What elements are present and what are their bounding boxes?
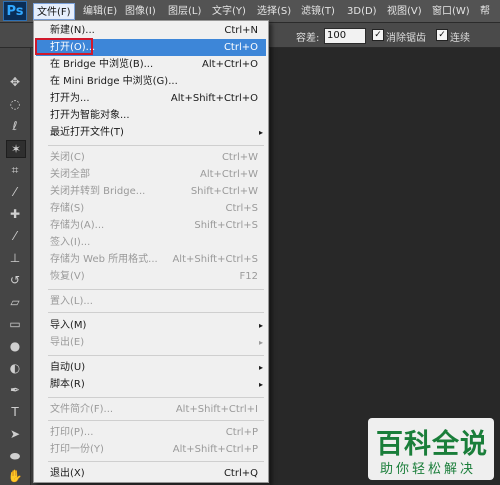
type-tool-icon[interactable]: T	[6, 404, 24, 420]
menu-select[interactable]: 选择(S)	[257, 3, 291, 20]
menu-item-browse-bridge[interactable]: 在 Bridge 中浏览(B)... Alt+Ctrl+O	[36, 56, 266, 73]
menu-item-check-in[interactable]: 签入(I)...	[36, 234, 266, 251]
menu-item-place[interactable]: 置入(L)...	[36, 293, 266, 310]
eraser-tool-icon[interactable]: ▱	[6, 294, 24, 310]
magic-wand-tool-icon[interactable]: ✶	[6, 140, 26, 158]
menu-item-save-as[interactable]: 存储为(A)... Shift+Ctrl+S	[36, 217, 266, 234]
menu-item-scripts[interactable]: 脚本(R) ▸	[36, 376, 266, 393]
marquee-tool-icon[interactable]: ◌	[6, 96, 24, 112]
menu-help[interactable]: 帮	[480, 3, 490, 20]
menu-item-automate[interactable]: 自动(U) ▸	[36, 359, 266, 376]
pen-tool-icon[interactable]: ✒	[6, 382, 24, 398]
menu-separator	[48, 397, 264, 398]
baike-watermark-logo: 百科全说 助你轻松解决	[368, 418, 494, 480]
path-selection-tool-icon[interactable]: ➤	[6, 426, 24, 442]
menu-type[interactable]: 文字(Y)	[212, 3, 246, 20]
menu-separator	[48, 461, 264, 462]
menu-separator	[48, 289, 264, 290]
menu-3d[interactable]: 3D(D)	[347, 3, 377, 20]
antialias-label: 消除锯齿	[386, 33, 426, 44]
eyedropper-tool-icon[interactable]: ⁄	[6, 184, 24, 200]
menu-image[interactable]: 图像(I)	[125, 3, 156, 20]
menu-item-revert[interactable]: 恢复(V) F12	[36, 268, 266, 285]
menu-separator	[48, 312, 264, 313]
brush-tool-icon[interactable]: ⁄	[6, 228, 24, 244]
menu-item-open-smart-object[interactable]: 打开为智能对象...	[36, 107, 266, 124]
submenu-arrow-icon: ▸	[258, 321, 263, 330]
menu-item-save-for-web[interactable]: 存储为 Web 所用格式... Alt+Shift+Ctrl+S	[36, 251, 266, 268]
menu-item-close-go-bridge[interactable]: 关闭并转到 Bridge... Shift+Ctrl+W	[36, 183, 266, 200]
menu-item-recent-files[interactable]: 最近打开文件(T) ▸	[36, 124, 266, 141]
menu-separator	[48, 420, 264, 421]
crop-tool-icon[interactable]: ⌗	[6, 162, 24, 178]
menu-item-export[interactable]: 导出(E) ▸	[36, 334, 266, 351]
watermark-title: 百科全说	[376, 429, 488, 460]
blur-tool-icon[interactable]: ●	[6, 338, 24, 354]
menu-item-file-info[interactable]: 文件简介(F)... Alt+Shift+Ctrl+I	[36, 401, 266, 418]
menu-edit[interactable]: 编辑(E)	[83, 3, 117, 20]
contiguous-label: 连续	[450, 33, 470, 44]
toolbox: ✥ ◌ ℓ ✶ ⌗ ⁄ ✚ ⁄ ⊥ ↺ ▱ ▭ ● ◐ ✒ T ➤ ⬬ ✋	[0, 48, 31, 485]
menu-item-open[interactable]: 打开(O)... Ctrl+O	[35, 38, 266, 56]
menu-item-exit[interactable]: 退出(X) Ctrl+Q	[36, 465, 266, 482]
lasso-tool-icon[interactable]: ℓ	[6, 118, 24, 134]
submenu-arrow-icon: ▸	[258, 380, 263, 389]
menu-view[interactable]: 视图(V)	[387, 3, 422, 20]
menu-item-new[interactable]: 新建(N)... Ctrl+N	[36, 22, 266, 39]
menu-window[interactable]: 窗口(W)	[432, 3, 470, 20]
menu-item-open-as[interactable]: 打开为... Alt+Shift+Ctrl+O	[36, 90, 266, 107]
menu-item-close-all[interactable]: 关闭全部 Alt+Ctrl+W	[36, 166, 266, 183]
contiguous-checkbox[interactable]: ✓	[436, 29, 448, 41]
submenu-arrow-icon: ▸	[258, 128, 263, 137]
submenu-arrow-icon: ▸	[258, 338, 263, 347]
menu-item-browse-mini-bridge[interactable]: 在 Mini Bridge 中浏览(G)...	[36, 73, 266, 90]
file-menu-dropdown: 新建(N)... Ctrl+N 打开(O)... Ctrl+O 在 Bridge 中…	[33, 20, 269, 483]
menu-item-save[interactable]: 存储(S) Ctrl+S	[36, 200, 266, 217]
gradient-tool-icon[interactable]: ▭	[6, 316, 24, 332]
dodge-tool-icon[interactable]: ◐	[6, 360, 24, 376]
move-tool-icon[interactable]: ✥	[6, 74, 24, 90]
menu-file[interactable]: 文件(F)	[33, 3, 75, 20]
antialias-checkbox[interactable]: ✓	[372, 29, 384, 41]
submenu-arrow-icon: ▸	[258, 363, 263, 372]
watermark-subtitle: 助你轻松解决	[380, 462, 477, 477]
menu-filter[interactable]: 滤镜(T)	[301, 3, 335, 20]
menu-item-print-one-copy[interactable]: 打印一份(Y) Alt+Shift+Ctrl+P	[36, 441, 266, 458]
clone-stamp-tool-icon[interactable]: ⊥	[6, 250, 24, 266]
hand-tool-icon[interactable]: ✋	[6, 468, 24, 484]
menu-separator	[48, 355, 264, 356]
tolerance-input[interactable]: 100	[324, 28, 366, 44]
menu-item-print[interactable]: 打印(P)... Ctrl+P	[36, 424, 266, 441]
history-brush-tool-icon[interactable]: ↺	[6, 272, 24, 288]
ellipse-tool-icon[interactable]: ⬬	[6, 448, 24, 464]
menu-item-import[interactable]: 导入(M) ▸	[36, 317, 266, 334]
menu-item-close[interactable]: 关闭(C) Ctrl+W	[36, 149, 266, 166]
menu-separator	[48, 145, 264, 146]
photoshop-logo: Ps	[3, 1, 27, 21]
red-annotation-box	[35, 38, 93, 55]
healing-brush-tool-icon[interactable]: ✚	[6, 206, 24, 222]
menu-layer[interactable]: 图层(L)	[168, 3, 201, 20]
tolerance-label: 容差:	[296, 33, 320, 44]
